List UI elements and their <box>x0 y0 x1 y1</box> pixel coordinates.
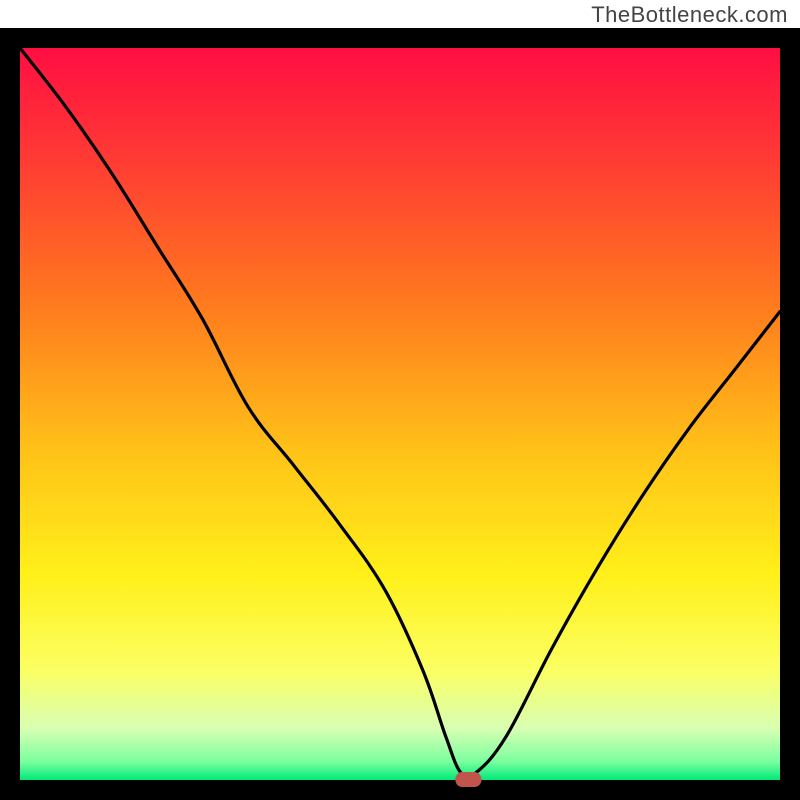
plot-background <box>20 48 780 780</box>
chart-container: TheBottleneck.com <box>0 0 800 800</box>
watermark-text: TheBottleneck.com <box>591 2 788 28</box>
bottleneck-chart <box>0 0 800 800</box>
optimum-marker <box>455 772 481 787</box>
